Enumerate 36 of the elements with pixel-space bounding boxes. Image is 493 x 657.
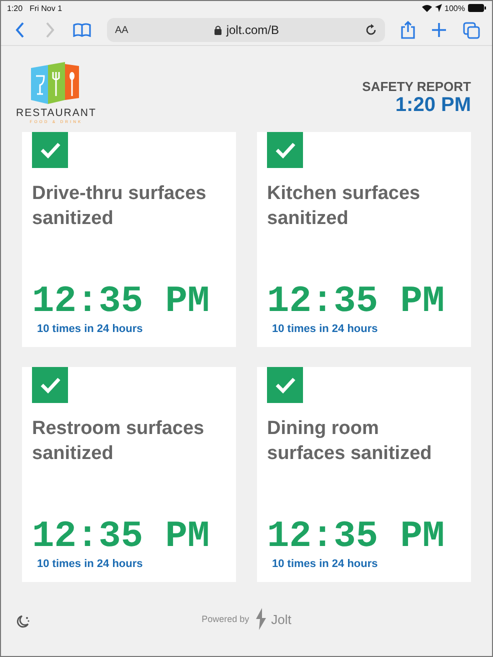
status-date: Fri Nov 1	[30, 4, 62, 12]
location-icon	[434, 4, 442, 12]
lock-icon	[214, 25, 222, 35]
frequency-text: 10 times in 24 hours	[37, 323, 144, 335]
brand-name: Jolt	[271, 612, 292, 626]
card-title: Restroom surfaces sanitized	[32, 417, 206, 466]
share-icon[interactable]	[401, 21, 415, 39]
sanitized-time: 12:35 PM	[32, 282, 211, 323]
battery-icon	[468, 4, 486, 12]
reload-icon[interactable]	[365, 24, 377, 36]
report-time: 1:20 PM	[395, 94, 471, 117]
card-title: Dining room surfaces sanitized	[267, 417, 433, 466]
address-bar[interactable]: AA jolt.com/B	[107, 18, 385, 42]
restaurant-logo-icon	[31, 62, 82, 106]
frequency-text: 10 times in 24 hours	[37, 558, 144, 570]
text-size-button[interactable]: AA	[115, 24, 128, 36]
wifi-icon	[422, 4, 432, 12]
sanitized-time: 12:35 PM	[267, 282, 446, 323]
back-chevron-icon[interactable]	[15, 22, 25, 38]
bolt-logo-icon	[255, 608, 268, 630]
sanitized-time: 12:35 PM	[32, 517, 211, 558]
card-title: Kitchen surfaces sanitized	[267, 182, 422, 231]
plus-icon[interactable]	[431, 22, 447, 38]
card-title: Drive-thru surfaces sanitized	[32, 182, 208, 231]
powered-by-text: Powered by	[202, 614, 250, 624]
url-text: jolt.com/B	[226, 23, 280, 37]
tabs-icon[interactable]	[463, 22, 480, 38]
sanitized-time: 12:35 PM	[267, 517, 446, 558]
battery-percentage: 100%	[444, 4, 465, 12]
report-title: SAFETY REPORT	[362, 79, 471, 94]
night-mode-icon[interactable]	[16, 614, 30, 628]
logo-name: RESTAURANT	[16, 107, 96, 119]
book-icon[interactable]	[73, 23, 91, 37]
frequency-text: 10 times in 24 hours	[272, 323, 379, 335]
status-time: 1:20	[7, 4, 23, 12]
frequency-text: 10 times in 24 hours	[272, 558, 379, 570]
